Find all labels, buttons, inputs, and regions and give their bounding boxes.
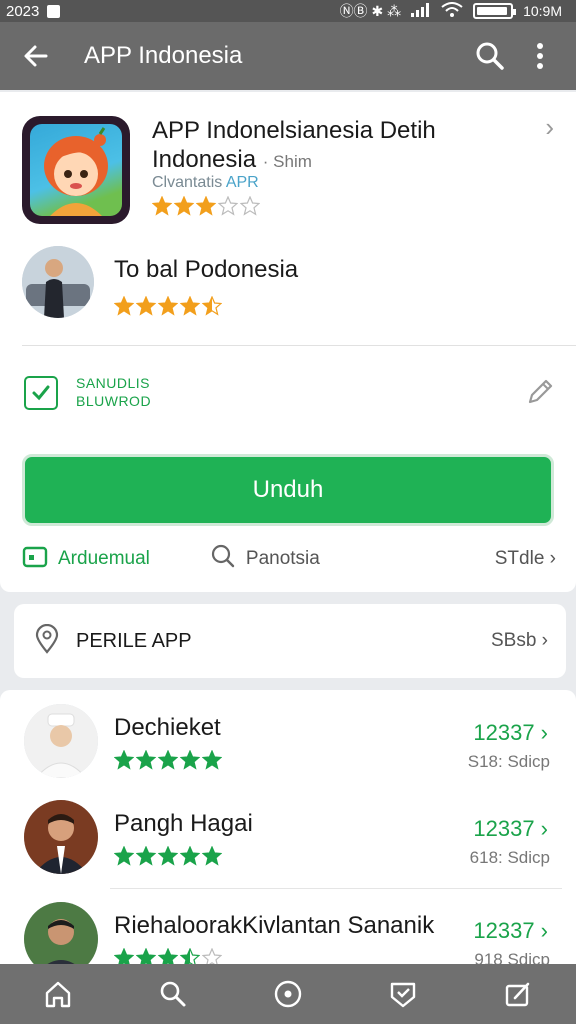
verification-label: SANUDLIS BLUWROD bbox=[76, 374, 151, 410]
divider bbox=[110, 888, 562, 889]
star-full-icon bbox=[180, 846, 200, 866]
compass-icon[interactable] bbox=[260, 966, 316, 1022]
app-title-suffix: · Shim bbox=[262, 152, 312, 171]
wifi-icon bbox=[441, 2, 463, 20]
profile-card-label: PERILE APP bbox=[76, 629, 192, 652]
review-meta: 618: Sdicp bbox=[469, 848, 550, 867]
action-second[interactable]: Panotsia bbox=[210, 543, 320, 575]
star-full-icon bbox=[158, 846, 178, 866]
star-full-icon bbox=[114, 750, 134, 770]
star-full-icon bbox=[136, 750, 156, 770]
signal-icon bbox=[411, 2, 431, 20]
app-header[interactable]: APP Indonelsianesia Detih Indonesia · Sh… bbox=[22, 112, 562, 226]
action-first[interactable]: Arduemual bbox=[22, 544, 150, 574]
verification-label-line2: BLUWROD bbox=[76, 393, 152, 409]
star-full-icon bbox=[196, 196, 216, 216]
star-empty-icon bbox=[218, 196, 238, 216]
star-full-icon bbox=[158, 296, 178, 316]
review-score[interactable]: 12337 › bbox=[473, 918, 548, 944]
profile-card[interactable]: PERILE APP SBsb › bbox=[14, 604, 566, 678]
home-icon[interactable] bbox=[30, 966, 86, 1022]
developer-rating-stars bbox=[114, 296, 222, 316]
list-item[interactable]: Dechieket 12337 › S18: Sdicp bbox=[0, 696, 576, 792]
reviewer-avatar bbox=[24, 902, 98, 970]
pencil-icon[interactable] bbox=[524, 376, 556, 413]
star-full-icon bbox=[158, 750, 178, 770]
reviewer-avatar bbox=[24, 704, 98, 778]
location-pin-icon bbox=[34, 623, 60, 659]
review-score[interactable]: 12337 › bbox=[473, 816, 548, 842]
app-subtitle: Clvantatis APR bbox=[152, 174, 259, 192]
status-bar: 2023 ⓃⒷ ✱ ⁂ 10:9M bbox=[0, 0, 576, 22]
app-title-line1: APP Indonelsianesia Detih bbox=[152, 117, 436, 144]
app-icon bbox=[22, 116, 130, 224]
star-full-icon bbox=[114, 296, 134, 316]
verification-label-line1: SANUDLIS bbox=[76, 375, 151, 391]
list-item[interactable]: RiehaloorakKivlantan Sananik 12337 › 918… bbox=[0, 894, 576, 970]
search-icon[interactable] bbox=[145, 966, 201, 1022]
reviewer-name: Pangh Hagai bbox=[114, 810, 253, 837]
divider bbox=[22, 345, 576, 346]
developer-row[interactable]: To bal Podonesia bbox=[22, 246, 562, 326]
reviewer-avatar bbox=[24, 800, 98, 874]
star-full-icon bbox=[202, 846, 222, 866]
status-indicators: ⓃⒷ ✱ ⁂ bbox=[339, 3, 402, 19]
search-icon[interactable] bbox=[472, 38, 508, 74]
app-detail-card: APP Indonelsianesia Detih Indonesia · Sh… bbox=[0, 92, 576, 592]
action-more[interactable]: STdle › bbox=[495, 548, 556, 570]
review-meta: S18: Sdicp bbox=[467, 752, 550, 771]
action-second-label: Panotsia bbox=[245, 548, 320, 569]
reviewer-name: RiehaloorakKivlantan Sananik bbox=[114, 912, 435, 939]
notification-icon bbox=[47, 4, 61, 18]
app-title: APP Indonelsianesia Detih Indonesia · Sh… bbox=[152, 116, 532, 176]
developer-name: To bal Podonesia bbox=[114, 256, 299, 283]
status-time: 10:9M bbox=[523, 3, 562, 19]
app-bar: APP Indonesia bbox=[0, 22, 576, 90]
more-vertical-icon[interactable] bbox=[522, 38, 558, 74]
verification-row[interactable]: SANUDLIS BLUWROD bbox=[22, 372, 556, 422]
back-arrow-icon[interactable] bbox=[18, 38, 54, 74]
edit-icon[interactable] bbox=[490, 966, 546, 1022]
star-full-icon bbox=[180, 750, 200, 770]
profile-see-all[interactable]: SBsb › bbox=[491, 630, 548, 652]
list-item[interactable]: Pangh Hagai 12337 › 618: Sdicp bbox=[0, 792, 576, 888]
star-full-icon bbox=[136, 846, 156, 866]
app-category: Clvantatis bbox=[152, 174, 223, 191]
reviewer-name: Dechieket bbox=[114, 714, 221, 741]
bottom-nav bbox=[0, 964, 576, 1024]
star-full-icon bbox=[180, 296, 200, 316]
action-first-label: Arduemual bbox=[58, 548, 150, 569]
battery-icon bbox=[473, 3, 517, 19]
status-year: 2023 bbox=[6, 2, 40, 20]
shield-icon[interactable] bbox=[375, 966, 431, 1022]
developer-avatar bbox=[22, 246, 94, 318]
app-category-accent: APR bbox=[225, 174, 259, 191]
action-row: Arduemual Panotsia STdle › bbox=[22, 544, 556, 574]
chevron-right-icon[interactable]: › bbox=[545, 112, 554, 143]
star-empty-icon bbox=[240, 196, 260, 216]
star-full-icon bbox=[202, 750, 222, 770]
check-icon[interactable] bbox=[24, 376, 58, 410]
review-score[interactable]: 12337 › bbox=[473, 720, 548, 746]
review-list: Dechieket 12337 › S18: Sdicp Pangh Hagai… bbox=[0, 690, 576, 970]
app-rating-stars bbox=[152, 196, 260, 216]
star-full-icon bbox=[152, 196, 172, 216]
reviewer-rating-stars bbox=[114, 846, 222, 866]
star-full-icon bbox=[136, 296, 156, 316]
app-bar-title: APP Indonesia bbox=[84, 42, 243, 69]
star-full-icon bbox=[174, 196, 194, 216]
reviewer-rating-stars bbox=[114, 750, 222, 770]
mascot-icon bbox=[44, 127, 108, 216]
calendar-icon bbox=[22, 544, 48, 574]
download-button[interactable]: Unduh bbox=[22, 454, 554, 526]
battery-level bbox=[477, 7, 508, 15]
chat-search-icon bbox=[210, 543, 236, 575]
star-full-icon bbox=[114, 846, 134, 866]
app-title-line2: Indonesia bbox=[152, 146, 257, 173]
star-half-icon bbox=[202, 296, 222, 316]
